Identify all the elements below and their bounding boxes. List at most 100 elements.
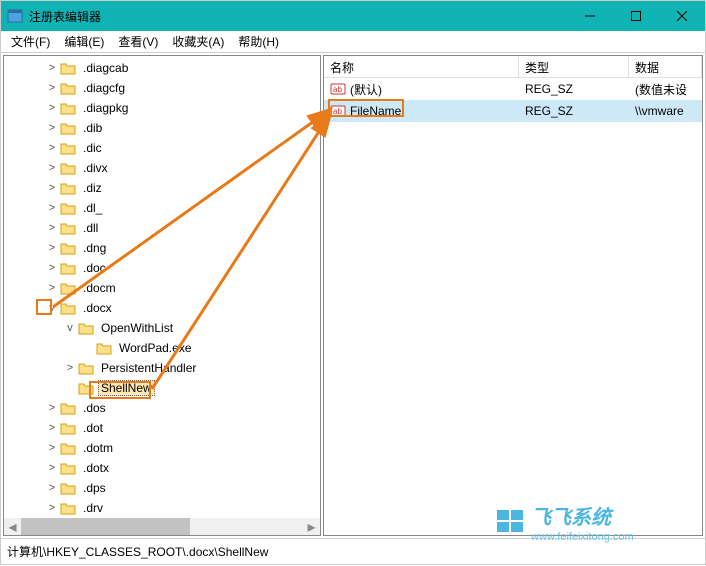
- node-label: WordPad.exe: [116, 340, 195, 356]
- title-bar: 注册表编辑器: [1, 1, 705, 31]
- tree-node[interactable]: > .doc: [4, 258, 320, 278]
- node-label: .diagcab: [80, 60, 131, 76]
- expander-icon[interactable]: >: [44, 282, 60, 294]
- tree-node[interactable]: > .dps: [4, 478, 320, 498]
- svg-text:ab: ab: [333, 85, 342, 94]
- node-label: .docx: [80, 300, 115, 316]
- node-label: .doc: [80, 260, 109, 276]
- string-value-icon: ab: [330, 103, 346, 119]
- content: >.diagcab>.diagcfg>.diagpkg>.dib>.dic>.d…: [1, 53, 705, 538]
- registry-tree[interactable]: >.diagcab>.diagcfg>.diagpkg>.dib>.dic>.d…: [4, 56, 320, 518]
- tree-node[interactable]: > PersistentHandler: [4, 358, 320, 378]
- menu-help[interactable]: 帮助(H): [232, 31, 285, 52]
- node-label: .drv: [80, 500, 106, 516]
- expander-icon[interactable]: >: [44, 462, 60, 474]
- tree-node[interactable]: > .dotm: [4, 438, 320, 458]
- minimize-button[interactable]: [567, 1, 613, 31]
- node-label: .dos: [80, 400, 109, 416]
- expander-icon[interactable]: >: [44, 162, 60, 174]
- expander-icon[interactable]: >: [44, 82, 60, 94]
- expander-icon[interactable]: >: [44, 62, 60, 74]
- tree-node[interactable]: v .docx: [4, 298, 320, 318]
- tree-node[interactable]: > .dic: [4, 138, 320, 158]
- expander-icon[interactable]: v: [44, 302, 60, 314]
- expander-icon[interactable]: v: [62, 322, 78, 334]
- value-name: (默认): [350, 81, 382, 98]
- values-list[interactable]: 名称 类型 数据 ab (默认) REG_SZ (数值未设 ab FileNam…: [324, 56, 702, 535]
- node-label: ShellNew: [98, 380, 155, 396]
- tree-node[interactable]: > .dos: [4, 398, 320, 418]
- expander-icon[interactable]: >: [44, 262, 60, 274]
- node-label: .dotm: [80, 440, 116, 456]
- value-name: FileName: [350, 104, 401, 118]
- node-label: .docm: [80, 280, 119, 296]
- list-row[interactable]: ab FileName REG_SZ \\vmware: [324, 100, 702, 122]
- tree-node[interactable]: > .dotx: [4, 458, 320, 478]
- tree-node[interactable]: > .dot: [4, 418, 320, 438]
- expander-icon[interactable]: >: [44, 122, 60, 134]
- expander-icon[interactable]: >: [44, 422, 60, 434]
- tree-node[interactable]: > .dll: [4, 218, 320, 238]
- expander-icon[interactable]: >: [44, 202, 60, 214]
- status-bar: 计算机\HKEY_CLASSES_ROOT\.docx\ShellNew: [1, 538, 705, 564]
- menu-edit[interactable]: 编辑(E): [58, 31, 110, 52]
- node-label: .dib: [80, 120, 105, 136]
- tree-node[interactable]: >.dng: [4, 238, 320, 258]
- node-label: OpenWithList: [98, 320, 176, 336]
- tree-node[interactable]: >.diagpkg: [4, 98, 320, 118]
- node-label: .dic: [80, 140, 105, 156]
- expander-icon[interactable]: >: [44, 242, 60, 254]
- node-label: .dl_: [80, 200, 105, 216]
- status-path: 计算机\HKEY_CLASSES_ROOT\.docx\ShellNew: [7, 545, 268, 559]
- expander-icon[interactable]: >: [44, 142, 60, 154]
- node-label: PersistentHandler: [98, 360, 199, 376]
- value-type: REG_SZ: [519, 104, 629, 118]
- tree-node[interactable]: > .diagcfg: [4, 78, 320, 98]
- list-header[interactable]: 名称 类型 数据: [324, 56, 702, 78]
- tree-node[interactable]: > .drv: [4, 498, 320, 518]
- values-pane: 名称 类型 数据 ab (默认) REG_SZ (数值未设 ab FileNam…: [323, 55, 703, 536]
- tree-node[interactable]: ShellNew: [4, 378, 320, 398]
- menu-file[interactable]: 文件(F): [5, 31, 56, 52]
- col-data[interactable]: 数据: [629, 56, 702, 77]
- value-data: (数值未设: [629, 81, 702, 98]
- window-controls: [567, 1, 705, 31]
- menu-favorites[interactable]: 收藏夹(A): [166, 31, 230, 52]
- expander-icon[interactable]: >: [62, 362, 78, 374]
- svg-text:ab: ab: [333, 107, 342, 116]
- node-label: .dll: [80, 220, 101, 236]
- tree-pane: >.diagcab>.diagcfg>.diagpkg>.dib>.dic>.d…: [3, 55, 321, 536]
- menu-view[interactable]: 查看(V): [112, 31, 164, 52]
- tree-node[interactable]: > .dib: [4, 118, 320, 138]
- scroll-right-icon[interactable]: ▸: [303, 518, 320, 535]
- node-label: .diagcfg: [80, 80, 128, 96]
- expander-icon[interactable]: >: [44, 222, 60, 234]
- app-icon: [7, 8, 23, 24]
- tree-node[interactable]: > .docm: [4, 278, 320, 298]
- node-label: .dps: [80, 480, 109, 496]
- expander-icon[interactable]: >: [44, 102, 60, 114]
- col-type[interactable]: 类型: [519, 56, 629, 77]
- tree-hscrollbar[interactable]: ◂ ▸: [4, 518, 320, 535]
- node-label: .diz: [80, 180, 105, 196]
- tree-node[interactable]: > .diagcab: [4, 58, 320, 78]
- maximize-button[interactable]: [613, 1, 659, 31]
- tree-node[interactable]: > .diz: [4, 178, 320, 198]
- value-type: REG_SZ: [519, 82, 629, 96]
- node-label: .dot: [80, 420, 106, 436]
- value-data: \\vmware: [629, 104, 702, 118]
- tree-node[interactable]: >.divx: [4, 158, 320, 178]
- tree-node[interactable]: > .dl_: [4, 198, 320, 218]
- tree-node[interactable]: v OpenWithList: [4, 318, 320, 338]
- expander-icon[interactable]: >: [44, 182, 60, 194]
- list-row[interactable]: ab (默认) REG_SZ (数值未设: [324, 78, 702, 100]
- tree-node[interactable]: WordPad.exe: [4, 338, 320, 358]
- scroll-left-icon[interactable]: ◂: [4, 518, 21, 535]
- col-name[interactable]: 名称: [324, 56, 519, 77]
- close-button[interactable]: [659, 1, 705, 31]
- expander-icon[interactable]: >: [44, 442, 60, 454]
- node-label: .dotx: [80, 460, 112, 476]
- expander-icon[interactable]: >: [44, 502, 60, 514]
- expander-icon[interactable]: >: [44, 482, 60, 494]
- expander-icon[interactable]: >: [44, 402, 60, 414]
